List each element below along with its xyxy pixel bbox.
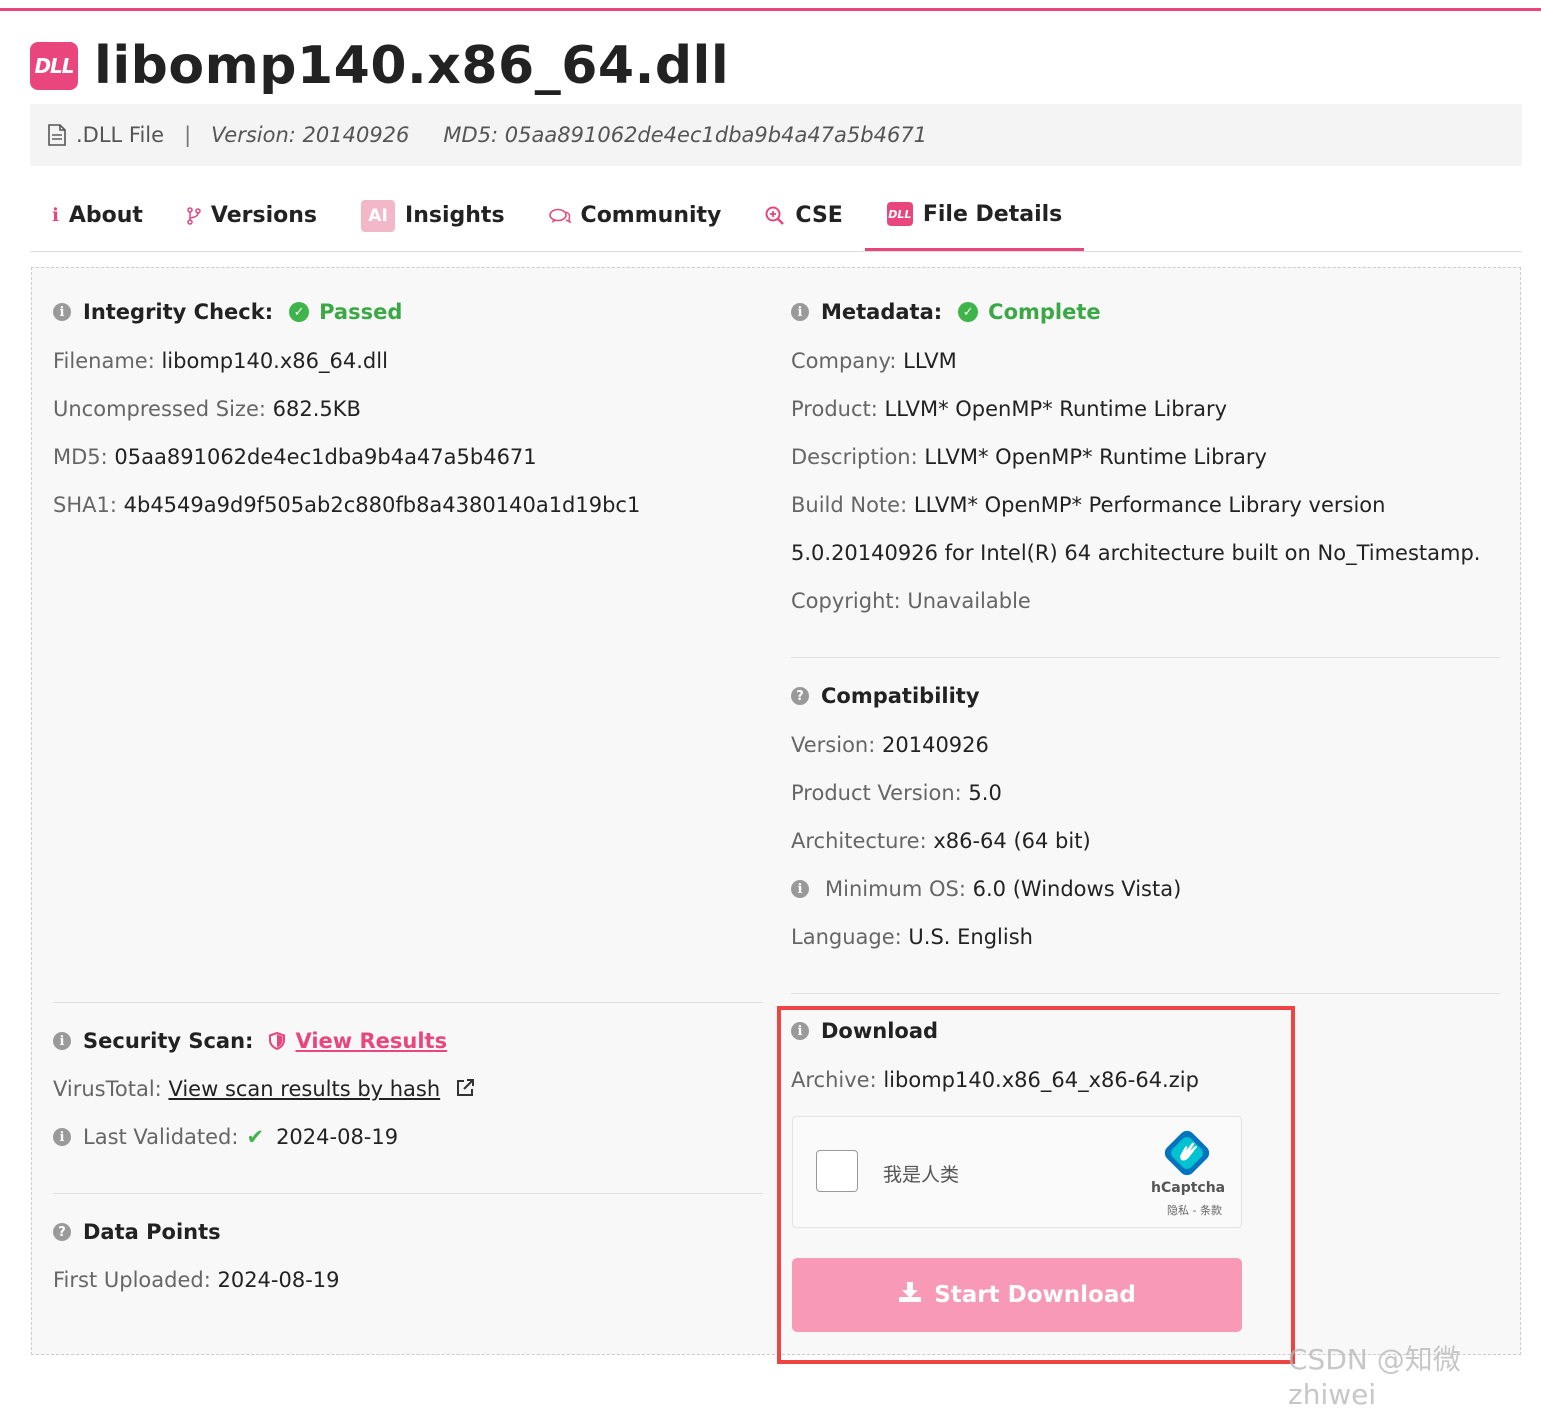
divider [791, 657, 1500, 658]
file-type: .DLL File [76, 123, 165, 147]
file-version: Version: 20140926 [211, 123, 410, 147]
minimum-os-row: i Minimum OS: 6.0 (Windows Vista) [791, 877, 1181, 901]
info-icon: ℹ [52, 205, 59, 226]
chat-icon [548, 208, 571, 224]
title-row: DLL libomp140.x86_64.dll [30, 36, 729, 96]
ai-icon: AI [361, 199, 396, 232]
info-icon: i [791, 303, 809, 321]
file-details-panel: i Integrity Check: ✓ Passed Filename: li… [31, 267, 1521, 1355]
metadata-label: Metadata: [821, 300, 943, 324]
tab-label: File Details [922, 201, 1063, 227]
tab-about[interactable]: ℹ About [30, 180, 165, 251]
file-md5: MD5: 05aa891062de4ec1dba9b4a47a5b4671 [443, 123, 928, 147]
tab-insights[interactable]: AI Insights [339, 180, 527, 251]
tab-bar: ℹ About Versions AI Insights Community C… [30, 180, 1522, 252]
tab-file-details[interactable]: DLL File Details [864, 180, 1085, 251]
build-note-row: Build Note: LLVM* OpenMP* Performance Li… [791, 493, 1386, 517]
copyright-row: Copyright: Unavailable [791, 589, 1031, 613]
tab-label: Community [580, 203, 722, 228]
tab-label: Versions [210, 203, 318, 228]
meta-separator: | [184, 123, 192, 147]
check-circle-icon: ✓ [958, 302, 979, 322]
tab-label: About [68, 203, 143, 228]
tab-community[interactable]: Community [527, 180, 744, 251]
architecture-row: Architecture: x86-64 (64 bit) [791, 829, 1091, 853]
version-row: Version: 20140926 [791, 733, 989, 757]
tab-cse[interactable]: CSE [743, 180, 864, 251]
highlight-box [777, 1006, 1295, 1364]
top-accent-line [0, 8, 1541, 11]
tab-label: Insights [405, 203, 505, 228]
dll-icon: DLL [886, 202, 913, 226]
company-row: Company: LLVM [791, 349, 957, 373]
metadata-heading: i Metadata: ✓ Complete [791, 300, 1101, 324]
compatibility-heading: ? Compatibility [791, 684, 980, 708]
file-meta-bar: .DLL File | Version: 20140926 MD5: 05aa8… [30, 104, 1522, 166]
search-icon [765, 206, 785, 226]
product-version-row: Product Version: 5.0 [791, 781, 1002, 805]
watermark: CSDN @知微zhiwei [1288, 1343, 1461, 1411]
branch-icon [187, 206, 201, 225]
metadata-status: Complete [988, 300, 1101, 324]
language-row: Language: U.S. English [791, 925, 1033, 949]
question-icon: ? [791, 687, 809, 705]
dll-badge-icon: DLL [30, 42, 78, 90]
page-title: libomp140.x86_64.dll [94, 36, 730, 96]
tab-label: CSE [795, 203, 843, 228]
info-icon: i [791, 880, 809, 898]
description-row: Description: LLVM* OpenMP* Runtime Libra… [791, 445, 1267, 469]
divider [791, 993, 1500, 994]
build-note-continued: 5.0.20140926 for Intel(R) 64 architectur… [791, 541, 1481, 565]
compatibility-label: Compatibility [821, 684, 980, 708]
tab-versions[interactable]: Versions [165, 180, 339, 251]
product-row: Product: LLVM* OpenMP* Runtime Library [791, 397, 1228, 421]
file-icon [48, 124, 66, 146]
